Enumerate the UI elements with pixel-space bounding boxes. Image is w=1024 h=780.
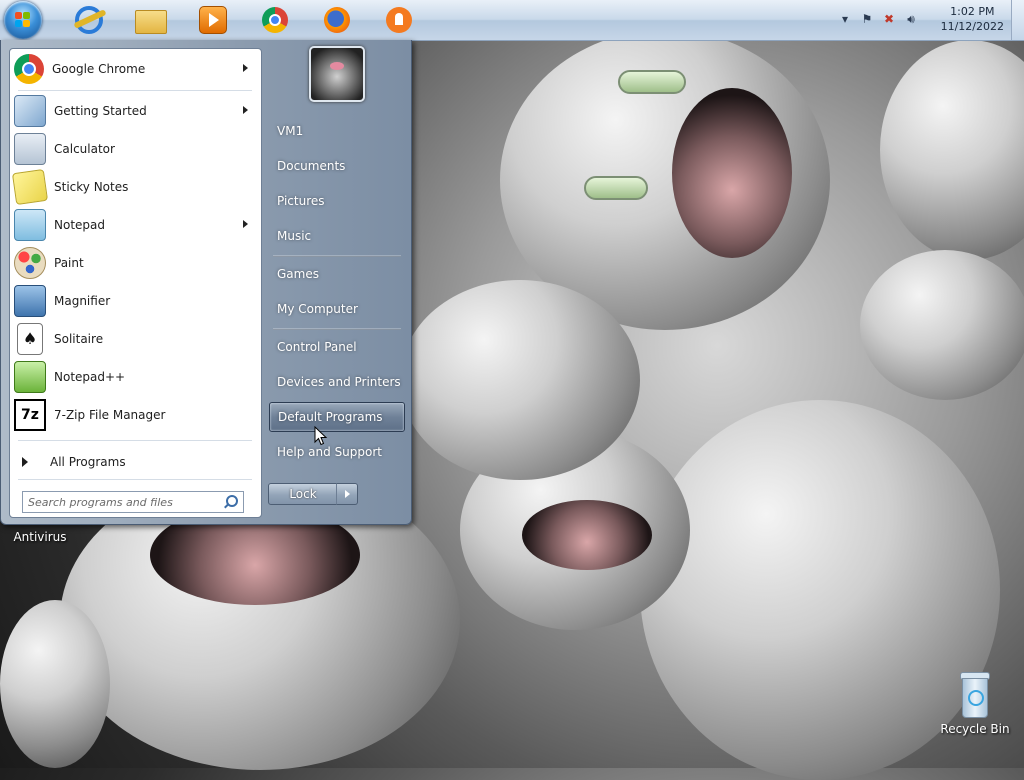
submenu-arrow-icon: [243, 106, 248, 114]
notepad-icon: [14, 209, 46, 241]
right-item-label: VM1: [277, 124, 304, 138]
show-hidden-icons-icon[interactable]: ▾: [838, 12, 852, 26]
search-box[interactable]: [22, 491, 244, 513]
search-divider: [18, 479, 252, 480]
paint-icon: [14, 247, 46, 279]
right-divider: [273, 255, 401, 257]
system-tray: ▾ ⚑ ✖ 🔊︎ 1:02 PM 11/12/2022: [834, 0, 1024, 40]
submenu-arrow-icon: [243, 220, 248, 228]
right-item-pictures[interactable]: Pictures: [269, 186, 405, 216]
program-label: Google Chrome: [52, 62, 146, 76]
clock-time: 1:02 PM: [950, 5, 995, 18]
user-picture[interactable]: [309, 46, 365, 102]
right-item-devices-and-printers[interactable]: Devices and Printers: [269, 367, 405, 397]
chrome-icon: [14, 54, 44, 84]
all-programs-divider: [18, 440, 252, 441]
magnifier-icon: [14, 285, 46, 317]
program-paint[interactable]: Paint: [12, 245, 258, 281]
program-getting-started[interactable]: Getting Started: [12, 93, 258, 129]
desktop-icon-label: Recycle Bin: [940, 722, 1010, 736]
right-item-documents[interactable]: Documents: [269, 151, 405, 181]
action-center-icon[interactable]: ⚑: [860, 12, 874, 26]
right-item-label: Music: [277, 229, 312, 243]
notepadpp-icon: [14, 361, 46, 393]
program-label: Sticky Notes: [54, 180, 129, 194]
ie-icon: [73, 6, 107, 34]
desktop-icon-label: Antivirus: [13, 530, 67, 544]
right-item-label: Pictures: [277, 194, 325, 208]
right-item-label: Games: [277, 267, 319, 281]
start-menu: Google Chrome Getting Started Calculator…: [0, 40, 412, 525]
mouse-cursor-icon: [314, 426, 328, 446]
right-item-label: Help and Support: [277, 445, 382, 459]
right-item-help-and-support[interactable]: Help and Support: [269, 437, 405, 467]
program-label: Calculator: [54, 142, 115, 156]
right-item-label: Control Panel: [277, 340, 357, 354]
right-divider: [273, 328, 401, 330]
windows-logo-icon: [15, 12, 31, 28]
solitaire-icon: ♠: [17, 323, 43, 355]
calculator-icon: [14, 133, 46, 165]
desktop-icon-antivirus[interactable]: Antivirus: [12, 530, 68, 544]
all-programs-arrow-icon: [22, 457, 28, 467]
program-label: Paint: [54, 256, 84, 270]
program-solitaire[interactable]: ♠ Solitaire: [12, 321, 258, 357]
show-desktop-button[interactable]: [1011, 0, 1024, 40]
right-item-vm1[interactable]: VM1: [269, 116, 405, 146]
volume-icon[interactable]: 🔊︎: [904, 12, 918, 26]
avast-icon: [386, 7, 412, 33]
taskbar-pin-media-player[interactable]: [196, 3, 230, 37]
program-label: Notepad: [54, 218, 105, 232]
right-item-default-programs[interactable]: Default Programs: [269, 402, 405, 432]
program-label: Solitaire: [54, 332, 104, 346]
program-sticky-notes[interactable]: Sticky Notes: [11, 168, 258, 206]
firefox-icon: [324, 7, 350, 33]
search-icon[interactable]: [226, 495, 238, 507]
pinned-divider: [18, 90, 252, 91]
program-notepad-plus-plus[interactable]: Notepad++: [12, 359, 258, 395]
program-label: 7-Zip File Manager: [54, 408, 166, 422]
right-item-label: Devices and Printers: [277, 375, 401, 389]
programs-pane: Google Chrome Getting Started Calculator…: [9, 48, 262, 518]
taskbar-pin-explorer[interactable]: [134, 3, 168, 37]
taskbar-pin-chrome[interactable]: [258, 3, 292, 37]
taskbar: ▾ ⚑ ✖ 🔊︎ 1:02 PM 11/12/2022: [0, 0, 1024, 41]
right-item-label: Default Programs: [278, 410, 383, 424]
right-item-label: Documents: [277, 159, 346, 173]
program-label: Magnifier: [54, 294, 111, 308]
lock-button[interactable]: Lock: [268, 483, 338, 505]
getting-started-icon: [14, 95, 46, 127]
clock-date: 11/12/2022: [940, 20, 1004, 33]
media-player-icon: [199, 6, 227, 34]
start-button[interactable]: [4, 1, 42, 39]
program-magnifier[interactable]: Magnifier: [12, 283, 258, 319]
program-label: Notepad++: [54, 370, 126, 384]
search-input[interactable]: [28, 494, 218, 510]
program-calculator[interactable]: Calculator: [12, 131, 258, 167]
clock[interactable]: 1:02 PM 11/12/2022: [941, 4, 1004, 34]
program-google-chrome[interactable]: Google Chrome: [12, 51, 258, 87]
lock-label: Lock: [289, 487, 317, 501]
all-programs-button[interactable]: All Programs: [12, 447, 258, 477]
right-item-my-computer[interactable]: My Computer: [269, 294, 405, 324]
program-7zip[interactable]: 7z 7-Zip File Manager: [12, 397, 258, 433]
taskbar-pin-ie[interactable]: [72, 3, 107, 37]
taskbar-pin-avast[interactable]: [382, 3, 416, 37]
right-item-music[interactable]: Music: [269, 221, 405, 251]
right-item-control-panel[interactable]: Control Panel: [269, 332, 405, 362]
sticky-notes-icon: [11, 168, 49, 206]
network-error-icon[interactable]: ✖: [882, 12, 896, 26]
seven-zip-icon: 7z: [14, 399, 46, 431]
taskbar-pin-firefox[interactable]: [320, 3, 354, 37]
recycle-bin-icon: [956, 672, 992, 718]
all-programs-label: All Programs: [50, 455, 126, 469]
right-item-label: My Computer: [277, 302, 358, 316]
right-item-games[interactable]: Games: [269, 259, 405, 289]
chrome-icon: [262, 7, 288, 33]
program-notepad[interactable]: Notepad: [12, 207, 258, 243]
folder-icon: [135, 10, 167, 34]
submenu-arrow-icon: [243, 64, 248, 72]
program-label: Getting Started: [54, 104, 147, 118]
shutdown-options-button[interactable]: [336, 483, 358, 505]
